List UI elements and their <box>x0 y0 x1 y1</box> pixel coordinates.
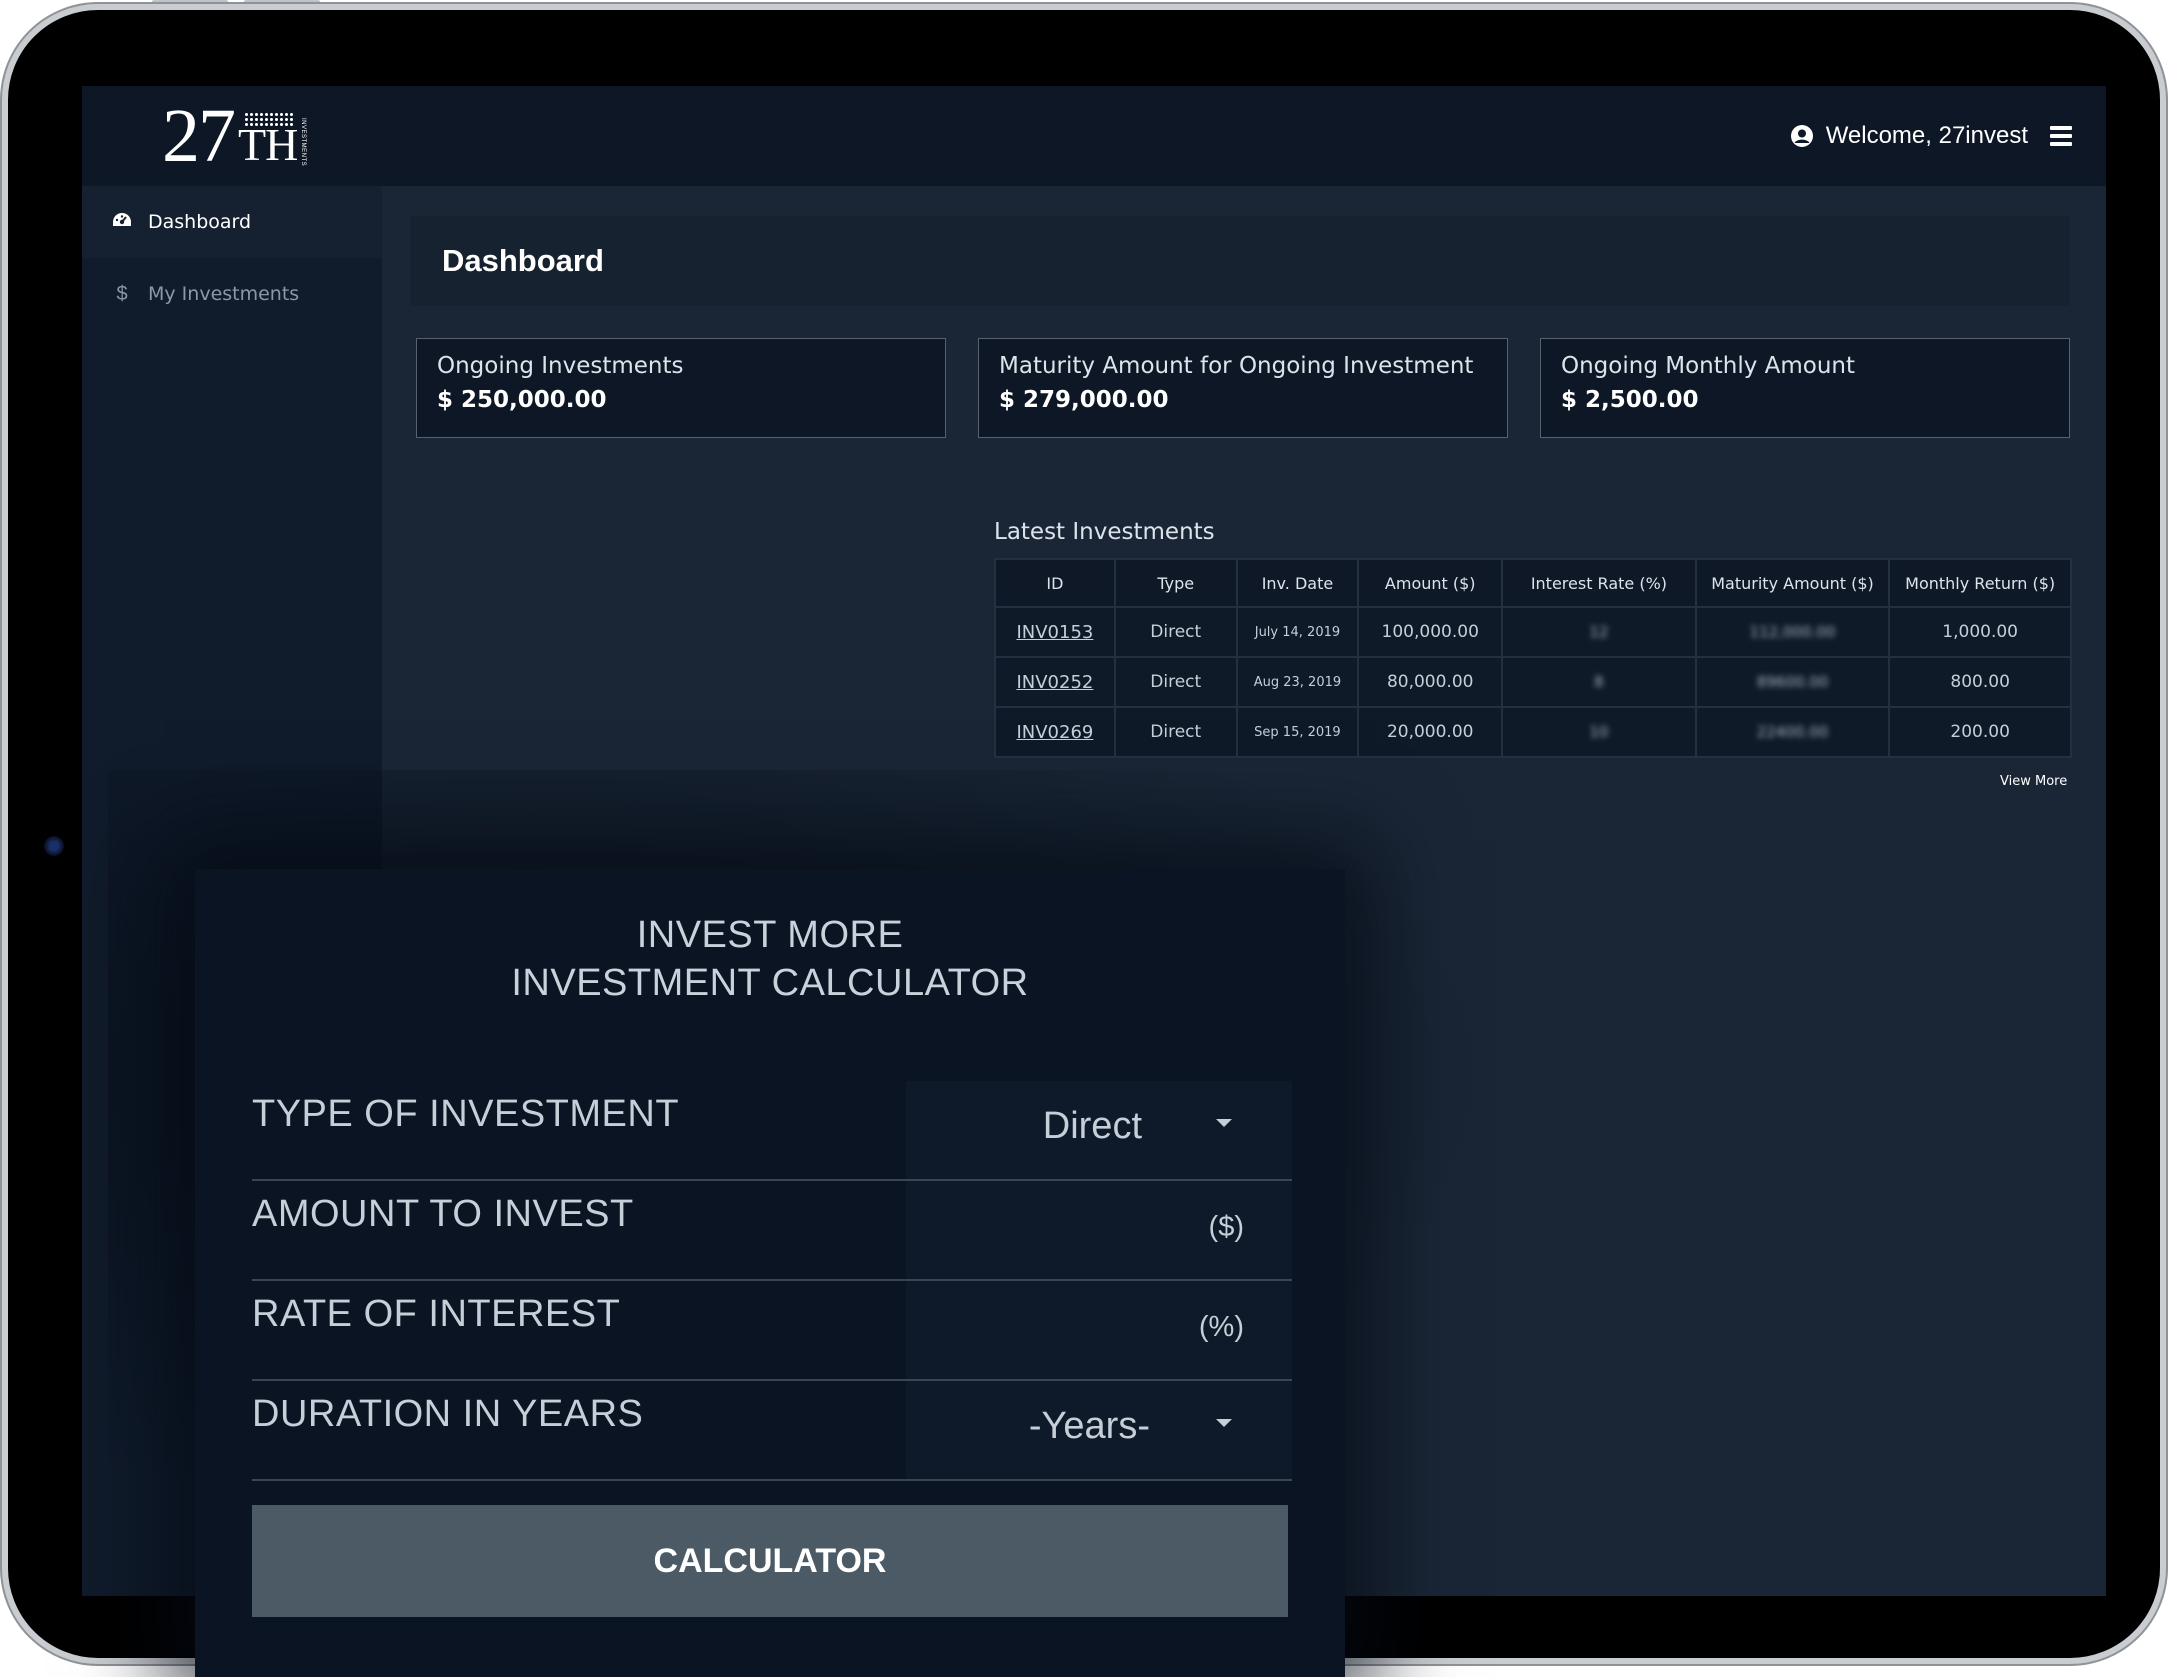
stat-value: $ 2,500.00 <box>1561 387 1699 413</box>
logo-mark: TH INVESTMENTS <box>238 112 306 170</box>
calculator-title-line2: INVESTMENT CALCULATOR <box>511 962 1029 1004</box>
latest-investments-table: ID Type Inv. Date Amount ($) Interest Ra… <box>994 558 2072 758</box>
unit-label: ($) <box>1208 1211 1244 1243</box>
chevron-down-icon <box>1216 1119 1232 1127</box>
calculator-title: INVEST MORE INVESTMENT CALCULATOR <box>195 911 1345 1007</box>
sidebar-item-label: Dashboard <box>148 211 252 233</box>
column-header-interest-rate[interactable]: Interest Rate (%) <box>1501 558 1697 608</box>
top-bar: 27 TH INVESTMENTS Welcome, 27invest <box>82 86 2106 186</box>
maturity-amount-cell: 22400.00 <box>1756 723 1829 741</box>
table-header-row: ID Type Inv. Date Amount ($) Interest Ra… <box>994 558 2072 608</box>
date-cell: Sep 15, 2019 <box>1235 706 1360 758</box>
selected-value: -Years- <box>1028 1405 1150 1447</box>
field-label: AMOUNT TO INVEST <box>252 1193 634 1235</box>
interest-rate-cell: 10 <box>1589 723 1609 741</box>
user-menu[interactable]: Welcome, 27invest <box>1790 120 2072 152</box>
chevron-down-icon <box>1216 1419 1232 1427</box>
duration-select[interactable]: -Years- <box>906 1381 1292 1479</box>
field-label: DURATION IN YEARS <box>252 1393 644 1435</box>
column-header-maturity-amount[interactable]: Maturity Amount ($) <box>1694 558 1891 608</box>
monthly-return-cell: 200.00 <box>1888 706 2072 758</box>
stat-card-monthly-amount: Ongoing Monthly Amount $ 2,500.00 <box>1540 338 2070 438</box>
column-header-date[interactable]: Inv. Date <box>1235 558 1360 608</box>
logo-subtext: INVESTMENTS <box>300 117 306 166</box>
selected-value: Direct <box>1042 1105 1142 1147</box>
investment-type-select[interactable]: Direct <box>906 1081 1292 1179</box>
stat-card-maturity-amount: Maturity Amount for Ongoing Investment $… <box>978 338 1508 438</box>
investment-id-link[interactable]: INV0153 <box>1016 622 1093 643</box>
column-header-type[interactable]: Type <box>1113 558 1238 608</box>
interest-rate-cell: 12 <box>1589 623 1609 641</box>
tachometer-icon <box>110 211 134 234</box>
hamburger-icon[interactable] <box>2050 126 2072 146</box>
maturity-amount-cell: 89600.00 <box>1756 673 1829 691</box>
welcome-text: Welcome, 27invest <box>1825 122 2028 149</box>
sidebar-item-my-investments[interactable]: $ My Investments <box>82 258 382 330</box>
table-row: INV0269 Direct Sep 15, 2019 20,000.00 10… <box>994 706 2072 758</box>
monthly-return-cell: 800.00 <box>1888 656 2072 708</box>
calculate-button[interactable]: CALCULATOR <box>252 1505 1288 1617</box>
tablet-frame: 27 TH INVESTMENTS Welcome, 27invest Dash… <box>2 4 2166 1677</box>
sidebar-item-dashboard[interactable]: Dashboard <box>82 186 382 258</box>
field-label: RATE OF INTEREST <box>252 1293 621 1335</box>
amount-row: AMOUNT TO INVEST ($) <box>252 1181 1292 1281</box>
stat-card-ongoing-investments: Ongoing Investments $ 250,000.00 <box>416 338 946 438</box>
field-label: TYPE OF INVESTMENT <box>252 1093 680 1135</box>
latest-investments-title: Latest Investments <box>994 519 1215 545</box>
investment-id-link[interactable]: INV0252 <box>1016 672 1093 693</box>
amount-cell: 100,000.00 <box>1357 606 1504 658</box>
calculator-title-line1: INVEST MORE <box>636 914 904 956</box>
user-circle-icon <box>1790 125 1813 147</box>
investment-id-link[interactable]: INV0269 <box>1016 722 1093 743</box>
date-cell: Aug 23, 2019 <box>1235 656 1360 708</box>
sidebar-item-label: My Investments <box>148 283 300 305</box>
type-cell: Direct <box>1113 606 1238 658</box>
stat-label: Ongoing Investments <box>437 353 684 379</box>
type-cell: Direct <box>1113 656 1238 708</box>
stat-label: Maturity Amount for Ongoing Investment <box>999 353 1474 379</box>
type-cell: Direct <box>1113 706 1238 758</box>
duration-row: DURATION IN YEARS -Years- <box>252 1381 1292 1481</box>
interest-rate-input[interactable]: (%) <box>906 1281 1292 1379</box>
interest-rate-cell: 8 <box>1594 673 1604 691</box>
camera-icon <box>44 836 64 856</box>
investment-calculator-panel: INVEST MORE INVESTMENT CALCULATOR TYPE O… <box>195 869 1345 1677</box>
page-title: Dashboard <box>410 216 2070 306</box>
logo-suffix: TH <box>238 119 298 170</box>
logo-number: 27 <box>162 94 236 178</box>
brand-logo[interactable]: 27 TH INVESTMENTS <box>162 94 306 178</box>
stat-label: Ongoing Monthly Amount <box>1561 353 1856 379</box>
interest-rate-row: RATE OF INTEREST (%) <box>252 1281 1292 1381</box>
amount-input[interactable]: ($) <box>906 1181 1292 1279</box>
date-cell: July 14, 2019 <box>1235 606 1360 658</box>
table-row: INV0153 Direct July 14, 2019 100,000.00 … <box>994 606 2072 658</box>
table-row: INV0252 Direct Aug 23, 2019 80,000.00 8 … <box>994 656 2072 708</box>
stat-value: $ 250,000.00 <box>437 387 607 413</box>
unit-label: (%) <box>1198 1311 1244 1343</box>
view-more-link[interactable]: View More <box>2000 774 2067 789</box>
investment-type-row: TYPE OF INVESTMENT Direct <box>252 1081 1292 1181</box>
monthly-return-cell: 1,000.00 <box>1888 606 2072 658</box>
amount-cell: 20,000.00 <box>1357 706 1504 758</box>
dollar-icon: $ <box>116 282 128 305</box>
column-header-monthly-return[interactable]: Monthly Return ($) <box>1888 558 2072 608</box>
column-header-amount[interactable]: Amount ($) <box>1357 558 1504 608</box>
maturity-amount-cell: 112,000.00 <box>1749 623 1836 641</box>
column-header-id[interactable]: ID <box>994 558 1116 608</box>
stat-value: $ 279,000.00 <box>999 387 1169 413</box>
amount-cell: 80,000.00 <box>1357 656 1504 708</box>
